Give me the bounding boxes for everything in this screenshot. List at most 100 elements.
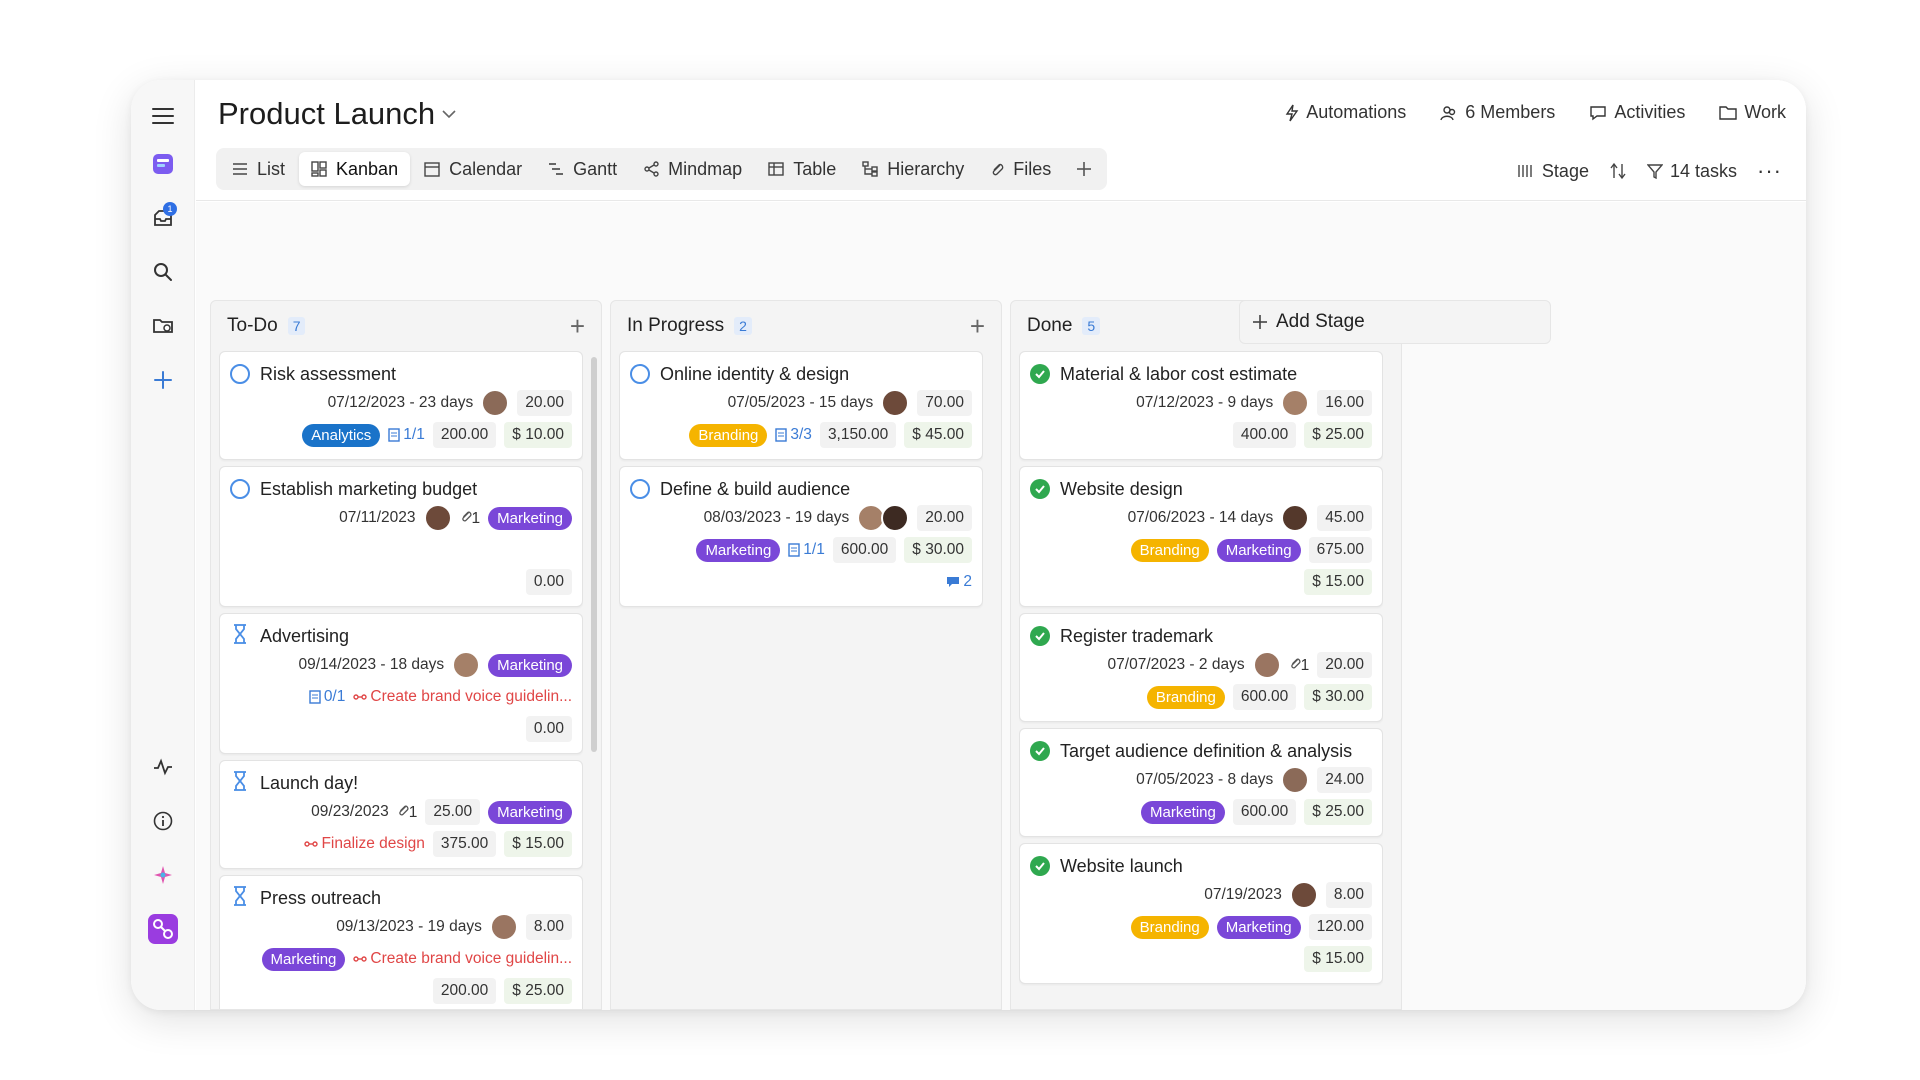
tab-mindmap[interactable]: Mindmap [631,152,754,186]
tag-branding[interactable]: Branding [1130,915,1209,939]
task-card[interactable]: Website launch 07/19/2023 8.00 Branding Mark… [1019,843,1383,984]
folder-clock-icon[interactable] [145,308,181,344]
task-card[interactable]: Advertising 09/14/2023 - 18 days Marketing… [219,613,583,754]
sort-button[interactable] [1609,162,1627,180]
done-check-icon[interactable] [1030,741,1050,761]
tag-marketing[interactable]: Marketing [1141,800,1225,824]
task-card[interactable]: Material & labor cost estimate 07/12/2023… [1019,351,1383,460]
task-card[interactable]: Define & build audience 08/03/2023 - 19 d… [619,466,983,607]
tab-gantt[interactable]: Gantt [536,152,629,186]
card-list: Material & labor cost estimate 07/12/2023… [1019,351,1383,1009]
column-in-progress: In Progress 2 + Online identity & design 07/… [610,300,1002,1010]
task-card[interactable]: Online identity & design 07/05/2023 - 15 … [619,351,983,460]
tab-hierarchy[interactable]: Hierarchy [850,152,976,186]
task-card[interactable]: Press outreach 09/13/2023 - 19 days 8.00 Ma… [219,875,583,1009]
members-button[interactable]: 6 Members [1440,102,1555,123]
done-check-icon[interactable] [1030,856,1050,876]
attachment-count[interactable]: 1 [1289,656,1309,675]
tab-files[interactable]: Files [978,152,1063,186]
avatar[interactable] [1281,504,1310,532]
avatar[interactable] [481,389,510,417]
avatar[interactable] [1289,881,1318,909]
tag-marketing[interactable]: Marketing [696,538,781,562]
task-card[interactable]: Establish marketing budget 07/11/2023 1 Mar… [219,466,583,607]
tag-marketing[interactable]: Marketing [261,947,346,971]
avatar[interactable] [423,504,452,532]
tab-list[interactable]: List [220,152,297,186]
work-button[interactable]: Work [1719,102,1786,123]
avatar[interactable] [1281,389,1310,417]
search-icon[interactable] [145,254,181,290]
tab-calendar[interactable]: Calendar [412,152,534,186]
activity-icon[interactable] [145,749,181,785]
tag-marketing[interactable]: Marketing [1216,915,1301,939]
subtask-count[interactable]: 1/1 [788,541,825,559]
tag-marketing[interactable]: Marketing [488,800,572,824]
tag-analytics[interactable]: Analytics [302,423,381,447]
task-card[interactable]: Target audience definition & analysis 07/… [1019,728,1383,837]
tag-branding[interactable]: Branding [1130,538,1209,562]
menu-icon[interactable] [145,98,181,134]
add-icon[interactable] [145,362,181,398]
open-status-icon[interactable] [630,364,650,384]
avatar[interactable] [1281,766,1310,794]
task-card[interactable]: Risk assessment 07/12/2023 - 23 days 20.00… [219,351,583,460]
tag-marketing[interactable]: Marketing [1216,538,1301,562]
task-date: 07/11/2023 [339,509,416,526]
avatar[interactable] [489,913,518,941]
info-icon[interactable] [145,803,181,839]
automations-button[interactable]: Automations [1285,102,1406,123]
avatar[interactable] [452,651,481,679]
tab-table[interactable]: Table [756,152,848,186]
task-meta-row: 07/05/2023 - 15 days 70.00 [630,387,972,419]
tag-marketing[interactable]: Marketing [488,653,572,677]
done-check-icon[interactable] [1030,479,1050,499]
subtask-count[interactable]: 3/3 [775,426,812,444]
workspace-icon[interactable] [145,146,181,182]
subtask-count[interactable]: 1/1 [388,426,425,444]
ai-sparkle-icon[interactable] [145,857,181,893]
add-stage-button[interactable]: Add Stage [1239,300,1551,344]
scrollbar[interactable] [591,357,597,752]
group-by-stage-button[interactable]: Stage [1517,161,1589,182]
tab-kanban[interactable]: Kanban [299,152,411,186]
add-task-button[interactable]: + [970,311,985,342]
subtask-count[interactable]: 0/1 [309,688,345,706]
avatar[interactable] [881,504,910,532]
add-view-button[interactable] [1065,152,1103,186]
task-card[interactable]: Website design 07/06/2023 - 14 days 45.00 B… [1019,466,1383,607]
attachment-count[interactable]: 1 [460,509,480,528]
open-status-icon[interactable] [630,479,650,499]
open-status-icon[interactable] [230,364,250,384]
comment-count[interactable]: 2 [946,573,972,591]
tab-table-label: Table [793,158,837,179]
tag-marketing[interactable]: Marketing [488,506,572,530]
task-date: 07/12/2023 - 9 days [1136,394,1274,411]
hourglass-icon[interactable] [230,623,250,650]
avatar[interactable] [1252,651,1281,679]
add-task-button[interactable]: + [570,311,585,342]
view-tabs: List Kanban Calendar Gantt Mindmap Table… [216,148,1108,190]
task-detail-row: Marketing Create brand voice guidelin... [230,943,572,975]
activities-button[interactable]: Activities [1589,102,1685,123]
filter-button[interactable]: 14 tasks [1646,161,1737,182]
task-card[interactable]: Register trademark 07/07/2023 - 2 days 1 20… [1019,613,1383,722]
hourglass-icon[interactable] [230,885,250,912]
tag-branding[interactable]: Branding [1146,685,1225,709]
done-check-icon[interactable] [1030,364,1050,384]
dependency-link[interactable]: Create brand voice guidelin... [353,688,572,706]
done-check-icon[interactable] [1030,626,1050,646]
hourglass-icon[interactable] [230,770,250,797]
task-detail-row: 0/1 Create brand voice guidelin... [230,681,572,713]
more-options-icon[interactable]: ··· [1757,158,1782,184]
dependency-link[interactable]: Finalize design [304,835,425,853]
avatar[interactable] [881,389,910,417]
project-title[interactable]: Product Launch [218,96,457,132]
tag-branding[interactable]: Branding [689,423,768,447]
app-logo-icon[interactable] [145,911,181,947]
dependency-link[interactable]: Create brand voice guidelin... [353,950,572,968]
open-status-icon[interactable] [230,479,250,499]
attachment-count[interactable]: 1 [397,803,417,822]
task-card[interactable]: Launch day! 09/23/2023 1 25.00 Marketing Fina… [219,760,583,869]
inbox-icon[interactable]: 1 [145,200,181,236]
